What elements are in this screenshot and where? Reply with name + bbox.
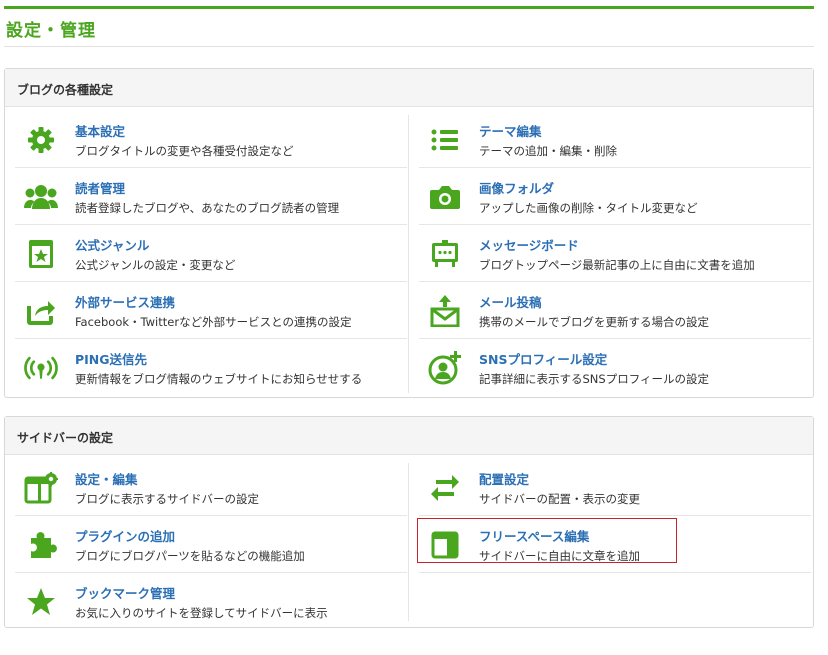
item-description: 携帯のメールでブログを更新する場合の設定	[479, 315, 709, 329]
item-title[interactable]: 配置設定	[479, 469, 529, 488]
menu-item-add-plugin[interactable]: プラグインの追加 ブログにブログパーツを貼るなどの機能追加	[18, 522, 410, 572]
row-divider	[15, 281, 407, 282]
users-icon	[24, 180, 58, 214]
item-description: アップした画像の削除・タイトル変更など	[479, 201, 698, 215]
item-description: Facebook・Twitterなど外部サービスとの連携の設定	[75, 315, 352, 329]
row-divider	[419, 515, 811, 516]
row-divider	[419, 281, 811, 282]
item-title[interactable]: 外部サービス連携	[75, 292, 175, 311]
share-icon	[24, 294, 58, 328]
menu-item-ping[interactable]: PING送信先 更新情報をブログ情報のウェブサイトにお知らせせする	[18, 345, 410, 395]
menu-item-image-folder[interactable]: 画像フォルダ アップした画像の削除・タイトル変更など	[422, 174, 814, 224]
bookmark-star-icon	[24, 237, 58, 271]
item-description: サイドバーの配置・表示の変更	[479, 492, 640, 506]
row-divider	[15, 167, 407, 168]
item-description: テーマの追加・編集・削除	[479, 144, 617, 158]
item-title[interactable]: ブックマーク管理	[75, 583, 175, 602]
item-description: お気に入りのサイトを登録してサイドバーに表示	[75, 606, 328, 620]
item-title[interactable]: 公式ジャンル	[75, 235, 149, 254]
menu-item-external-services[interactable]: 外部サービス連携 Facebook・Twitterなど外部サービスとの連携の設定	[18, 288, 410, 338]
item-title[interactable]: 設定・編集	[75, 469, 138, 488]
profile-add-icon	[428, 351, 462, 385]
row-divider	[419, 572, 811, 573]
menu-item-reader-management[interactable]: 読者管理 読者登録したブログや、あなたのブログ読者の管理	[18, 174, 410, 224]
item-description: ブログトップページ最新記事の上に自由に文書を追加	[479, 258, 755, 272]
star-icon	[24, 585, 58, 619]
item-description: 読者登録したブログや、あなたのブログ読者の管理	[75, 201, 340, 215]
puzzle-icon	[24, 528, 58, 562]
list-icon	[428, 123, 462, 157]
item-title[interactable]: SNSプロフィール設定	[479, 349, 607, 368]
row-divider	[15, 224, 407, 225]
title-divider	[4, 46, 814, 47]
item-description: ブログに表示するサイドバーの設定	[75, 492, 259, 506]
layout-gear-icon	[24, 471, 58, 505]
gear-icon	[24, 123, 58, 157]
item-title[interactable]: 基本設定	[75, 121, 125, 140]
row-divider	[15, 515, 407, 516]
menu-item-official-genre[interactable]: 公式ジャンル 公式ジャンルの設定・変更など	[18, 231, 410, 281]
blog-settings-panel: ブログの各種設定 基本設定 ブログタイトルの変更や各種受付設定など テーマ編集 …	[4, 68, 814, 398]
message-board-icon	[428, 237, 462, 271]
item-description: ブログタイトルの変更や各種受付設定など	[75, 144, 294, 158]
item-description: ブログにブログパーツを貼るなどの機能追加	[75, 549, 305, 563]
item-description: 公式ジャンルの設定・変更など	[75, 258, 236, 272]
page-title: 設定・管理	[6, 21, 96, 41]
swap-arrows-icon	[428, 471, 462, 505]
menu-item-theme-edit[interactable]: テーマ編集 テーマの追加・編集・削除	[422, 117, 814, 167]
menu-item-sns-profile[interactable]: SNSプロフィール設定 記事詳細に表示するSNSプロフィールの設定	[422, 345, 814, 395]
item-description: 記事詳細に表示するSNSプロフィールの設定	[479, 372, 709, 386]
menu-item-basic-settings[interactable]: 基本設定 ブログタイトルの変更や各種受付設定など	[18, 117, 410, 167]
panel-heading: ブログの各種設定	[5, 69, 813, 107]
menu-item-bookmark-management[interactable]: ブックマーク管理 お気に入りのサイトを登録してサイドバーに表示	[18, 579, 410, 629]
row-divider	[419, 167, 811, 168]
menu-item-layout-settings[interactable]: 配置設定 サイドバーの配置・表示の変更	[422, 465, 814, 515]
row-divider	[15, 572, 407, 573]
top-accent-bar	[4, 6, 814, 9]
menu-item-sidebar-edit[interactable]: 設定・編集 ブログに表示するサイドバーの設定	[18, 465, 410, 515]
item-title[interactable]: 読者管理	[75, 178, 125, 197]
item-title[interactable]: メッセージボード	[479, 235, 579, 254]
item-title[interactable]: メール投稿	[479, 292, 542, 311]
item-title[interactable]: 画像フォルダ	[479, 178, 554, 197]
item-title[interactable]: テーマ編集	[479, 121, 542, 140]
row-divider	[419, 224, 811, 225]
panel-heading: サイドバーの設定	[5, 417, 813, 455]
menu-item-mail-posting[interactable]: メール投稿 携帯のメールでブログを更新する場合の設定	[422, 288, 814, 338]
menu-item-message-board[interactable]: メッセージボード ブログトップページ最新記事の上に自由に文書を追加	[422, 231, 814, 281]
camera-icon	[428, 180, 462, 214]
selection-highlight	[417, 518, 677, 563]
item-title[interactable]: PING送信先	[75, 349, 147, 368]
item-title[interactable]: プラグインの追加	[75, 526, 175, 545]
mail-upload-icon	[428, 294, 462, 328]
row-divider	[15, 338, 407, 339]
sidebar-settings-panel: サイドバーの設定 設定・編集 ブログに表示するサイドバーの設定 配置設定 サイド…	[4, 416, 814, 628]
broadcast-icon	[24, 351, 58, 385]
item-description: 更新情報をブログ情報のウェブサイトにお知らせせする	[75, 372, 363, 386]
row-divider	[419, 338, 811, 339]
